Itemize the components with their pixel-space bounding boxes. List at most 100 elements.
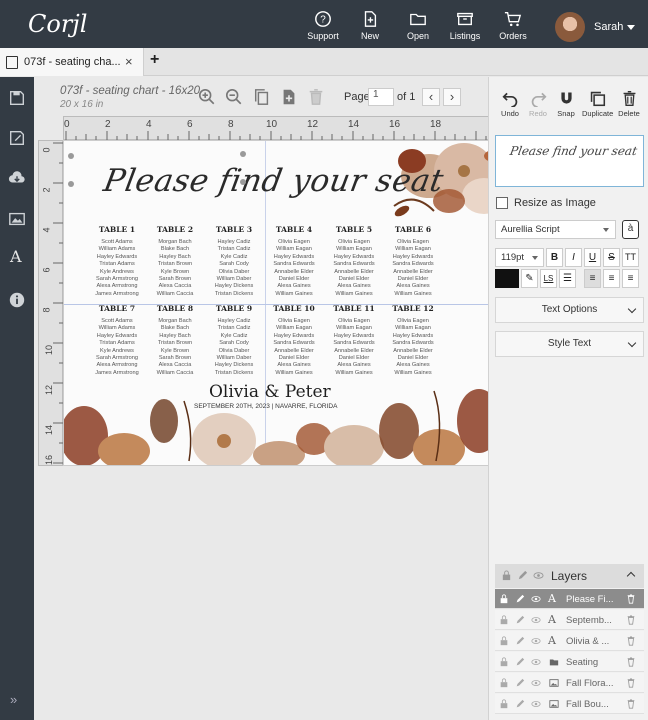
seating-table[interactable]: TABLE 9 Hayley Cadiz Tristan Cadiz Kyle Ca… [203,304,265,377]
orders-button[interactable]: Orders [490,10,536,41]
page-number-input[interactable]: 1 [368,88,394,106]
selection-handle[interactable] [68,181,74,187]
edit-icon[interactable] [515,594,525,604]
caption-text[interactable]: Please find your seat [101,163,447,199]
zoom-out-icon[interactable] [225,88,243,106]
add-tab-button[interactable]: + [150,51,159,69]
chevron-up-icon[interactable] [626,571,636,581]
add-page-icon[interactable] [280,88,298,106]
align-right-icon[interactable]: ≡ [622,269,639,288]
seating-table[interactable]: TABLE 6 Olivia Eagen William Eagan Hayley … [382,225,444,298]
edit-icon[interactable] [515,678,525,688]
eye-icon[interactable] [531,636,541,646]
seating-table[interactable]: TABLE 11 Olivia Eagen William Eagan Hayley… [323,304,385,377]
selection-handle[interactable] [240,179,246,185]
trash-icon[interactable] [626,699,636,709]
letter-spacing-icon[interactable]: LS [540,269,557,288]
zoom-in-icon[interactable] [198,88,216,106]
edit-icon[interactable] [517,570,528,581]
selection-handle[interactable] [68,153,74,159]
document-tab[interactable]: 073f - seating cha... × [0,48,144,76]
style-text-section[interactable]: Style Text [495,331,644,357]
layer-row[interactable]: A Please Fi... [495,589,644,609]
selection-handle[interactable] [240,151,246,157]
chevron-down-icon[interactable] [627,25,635,30]
layer-row[interactable]: Fall Bou... [495,694,644,714]
trash-icon[interactable] [626,636,636,646]
seating-table[interactable]: TABLE 7 Scott Adams William Adams Hayley E… [86,304,148,377]
save-as-icon[interactable] [8,129,26,147]
delete-button[interactable]: Delete [614,90,644,118]
save-icon[interactable] [8,89,26,107]
cloud-download-icon[interactable] [8,169,26,187]
copy-page-icon[interactable] [253,88,271,106]
edit-icon[interactable] [515,615,525,625]
eye-icon[interactable] [531,615,541,625]
seating-table[interactable]: TABLE 8 Morgan Bach Blake Bach Hayley Bach… [144,304,206,377]
eye-icon[interactable] [531,657,541,667]
seating-table[interactable]: TABLE 10 Olivia Eagen William Eagan Hayley… [263,304,325,377]
resize-as-image-checkbox[interactable] [496,197,508,209]
eyedropper-icon[interactable]: ✎ [521,269,538,288]
eye-icon[interactable] [531,678,541,688]
align-left-icon[interactable]: ≡ [584,269,601,288]
edit-icon[interactable] [515,636,525,646]
delete-page-icon[interactable] [307,88,325,106]
trash-icon[interactable] [626,615,636,625]
duplicate-button[interactable]: Duplicate [582,90,613,118]
avatar[interactable] [555,12,585,42]
align-center-icon[interactable]: ≡ [603,269,620,288]
font-size-select[interactable]: 119pt [495,248,544,267]
text-edit-preview[interactable]: Please find your seat [495,135,644,187]
text-options-section[interactable]: Text Options [495,297,644,323]
support-button[interactable]: ? Support [300,10,346,41]
lock-icon[interactable] [499,594,509,604]
seating-table[interactable]: TABLE 1 Scott Adams William Adams Hayley E… [86,225,148,298]
layer-row[interactable]: A Olivia & ... [495,631,644,651]
lock-icon[interactable] [499,678,509,688]
trash-icon[interactable] [626,657,636,667]
seating-table[interactable]: TABLE 4 Olivia Eagen William Eagan Hayley … [263,225,325,298]
previous-page-button[interactable]: ‹ [422,88,440,106]
trash-icon[interactable] [626,594,636,604]
edit-icon[interactable] [515,699,525,709]
layer-row[interactable]: A Septemb... [495,610,644,630]
eye-icon[interactable] [531,594,541,604]
eye-icon[interactable] [533,570,544,581]
expand-panel-icon[interactable]: » [10,692,17,707]
layers-header[interactable]: Layers [495,564,644,588]
strikethrough-button[interactable]: S [603,248,620,267]
layer-row[interactable]: Fall Flora... [495,673,644,693]
close-tab-icon[interactable]: × [125,54,133,69]
event-date-text[interactable]: SEPTEMBER 20TH, 2023 | NAVARRE, FLORIDA [194,403,337,410]
underline-button[interactable]: U [584,248,601,267]
listings-button[interactable]: Listings [442,10,488,41]
text-tool-icon[interactable]: A [10,247,22,266]
design-canvas[interactable]: Please find your seat TABLE 1 Scott Adam… [63,140,503,466]
lock-icon[interactable] [499,615,509,625]
layer-row[interactable]: Seating [495,652,644,672]
font-family-select[interactable]: Aurellia Script [495,220,616,239]
new-button[interactable]: New [347,10,393,41]
info-icon[interactable] [8,291,26,309]
seating-table[interactable]: TABLE 3 Hayley Cadiz Tristan Cadiz Kyle Ca… [203,225,265,298]
font-glyphs-button[interactable]: à [622,220,639,239]
lock-icon[interactable] [499,657,509,667]
seating-table[interactable]: TABLE 5 Olivia Eagen William Eagan Hayley … [323,225,385,298]
redo-button[interactable]: Redo [523,90,553,118]
line-spacing-icon[interactable]: ☰ [559,269,576,288]
uppercase-button[interactable]: TT [622,248,639,267]
couple-names-text[interactable]: Olivia & Peter [209,382,331,402]
trash-icon[interactable] [626,678,636,688]
open-button[interactable]: Open [395,10,441,41]
snap-button[interactable]: Snap [551,90,581,118]
bold-button[interactable]: B [546,248,563,267]
edit-icon[interactable] [515,657,525,667]
seating-table[interactable]: TABLE 12 Olivia Eagen William Eagan Hayley… [382,304,444,377]
undo-button[interactable]: Undo [495,90,525,118]
next-page-button[interactable]: › [443,88,461,106]
lock-icon[interactable] [499,636,509,646]
seating-table[interactable]: TABLE 2 Morgan Bach Blake Bach Hayley Bach… [144,225,206,298]
image-icon[interactable] [8,210,26,228]
eye-icon[interactable] [531,699,541,709]
